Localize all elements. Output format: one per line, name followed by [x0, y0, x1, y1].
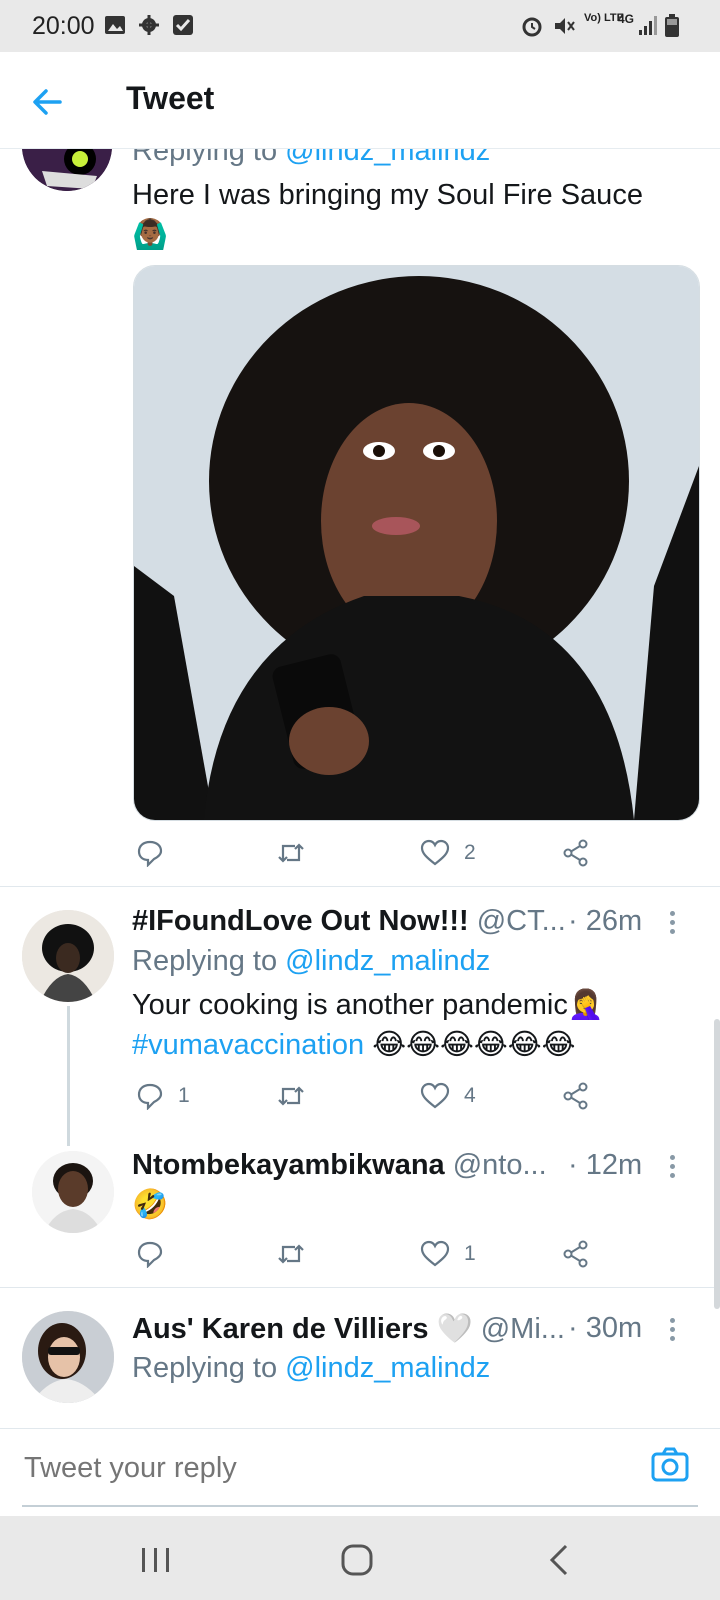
- share-icon: [563, 1240, 588, 1268]
- battery-icon: [664, 14, 680, 43]
- heart-icon: [420, 1082, 450, 1109]
- avatar[interactable]: [32, 1151, 114, 1233]
- conversation-timeline[interactable]: Replying to @lindz_malindz Here I was br…: [0, 149, 720, 1428]
- alarm-icon: [520, 14, 544, 43]
- like-button[interactable]: 2: [420, 839, 476, 867]
- avatar[interactable]: [22, 1311, 114, 1403]
- divider: [0, 886, 720, 887]
- timestamp[interactable]: · 26m: [568, 905, 642, 938]
- replying-to: Replying to @lindz_malindz: [132, 945, 491, 977]
- share-icon: [563, 1082, 588, 1110]
- heart-icon: [420, 1240, 450, 1267]
- home-icon[interactable]: [337, 1540, 377, 1580]
- more-options-icon[interactable]: [662, 1318, 682, 1345]
- tweet-header: #IFoundLove Out Now!!! @CT...: [132, 905, 566, 938]
- replying-to-link[interactable]: @lindz_malindz: [285, 149, 490, 167]
- like-count: 1: [464, 1242, 476, 1265]
- share-icon: [563, 839, 588, 867]
- status-bar: 20:00 Vo) LTE 4G: [0, 0, 720, 52]
- replying-to-link[interactable]: @lindz_malindz: [285, 1352, 490, 1384]
- user-handle[interactable]: @Mi...: [481, 1313, 565, 1345]
- timestamp[interactable]: · 12m: [568, 1149, 642, 1182]
- back-nav-icon[interactable]: [540, 1540, 580, 1580]
- like-button[interactable]: 1: [420, 1240, 476, 1268]
- scrollbar[interactable]: [714, 1019, 720, 1309]
- reply-composer: [0, 1428, 720, 1517]
- tweet-text: Your cooking is another pandemic🤦‍♀️ #vu…: [132, 989, 604, 1061]
- user-handle[interactable]: @CT...: [477, 905, 566, 937]
- settings-notification-icon: [138, 14, 160, 41]
- timestamp[interactable]: · 30m: [568, 1312, 642, 1345]
- reply-input[interactable]: [22, 1451, 526, 1486]
- retweet-icon: [278, 843, 304, 863]
- reply-icon: [137, 1241, 163, 1268]
- reply-icon: [137, 840, 163, 867]
- system-navigation-bar: [0, 1516, 720, 1600]
- replying-to: Replying to @lindz_malindz: [132, 1352, 491, 1384]
- replying-to: Replying to @lindz_malindz: [132, 149, 490, 168]
- more-options-icon[interactable]: [662, 911, 682, 938]
- avatar[interactable]: [22, 910, 114, 1002]
- display-name[interactable]: Ntombekayambikwana: [132, 1149, 445, 1181]
- like-count: 4: [464, 1084, 476, 1107]
- reply-button[interactable]: [136, 839, 164, 867]
- display-name[interactable]: #IFoundLove Out Now!!!: [132, 905, 469, 937]
- display-name[interactable]: Aus' Karen de Villiers: [132, 1313, 429, 1345]
- avatar[interactable]: [22, 149, 112, 191]
- retweet-button[interactable]: [276, 839, 306, 867]
- tweet-header: Ntombekayambikwana @nto...: [132, 1149, 547, 1182]
- recent-apps-icon[interactable]: [136, 1540, 176, 1580]
- heart-emoji: 🤍: [436, 1313, 473, 1345]
- heart-icon: [420, 839, 450, 866]
- tweet-media-image[interactable]: [133, 265, 700, 821]
- page-title: Tweet: [126, 80, 215, 116]
- hashtag-link[interactable]: #vumavaccination: [132, 1029, 364, 1061]
- retweet-button[interactable]: [276, 1240, 306, 1268]
- share-button[interactable]: [562, 1240, 590, 1268]
- tweet-text: 🤣: [132, 1189, 169, 1221]
- share-button[interactable]: [562, 839, 590, 867]
- top-app-bar: Tweet: [0, 52, 720, 149]
- tweet-header: Aus' Karen de Villiers 🤍 @Mi...: [132, 1312, 565, 1346]
- reply-button[interactable]: [136, 1240, 164, 1268]
- tweet-emoji: 🙆🏾‍♂️: [132, 219, 169, 251]
- mute-icon: [552, 14, 576, 43]
- tweet-text: Here I was bringing my Soul Fire Sauce 🙆…: [132, 175, 692, 255]
- check-notification-icon: [172, 14, 194, 41]
- divider: [0, 1287, 720, 1288]
- share-button[interactable]: [562, 1082, 590, 1110]
- retweet-button[interactable]: [276, 1082, 306, 1110]
- camera-icon[interactable]: [650, 1445, 690, 1485]
- like-button[interactable]: 4: [420, 1082, 476, 1110]
- more-options-icon[interactable]: [662, 1155, 682, 1182]
- reply-icon: [137, 1083, 163, 1110]
- retweet-icon: [278, 1086, 304, 1106]
- signal-icon: [638, 14, 660, 41]
- back-arrow-icon[interactable]: [26, 80, 70, 124]
- input-underline: [22, 1505, 698, 1507]
- reply-count: 1: [178, 1084, 190, 1107]
- status-time: 20:00: [32, 12, 95, 40]
- like-count: 2: [464, 841, 476, 864]
- replying-to-link[interactable]: @lindz_malindz: [285, 945, 490, 977]
- thread-connector: [67, 1006, 70, 1146]
- reply-button[interactable]: 1: [136, 1082, 190, 1110]
- gallery-notification-icon: [104, 14, 126, 41]
- user-handle[interactable]: @nto...: [453, 1149, 547, 1181]
- network-type: 4G: [618, 12, 635, 26]
- retweet-icon: [278, 1244, 304, 1264]
